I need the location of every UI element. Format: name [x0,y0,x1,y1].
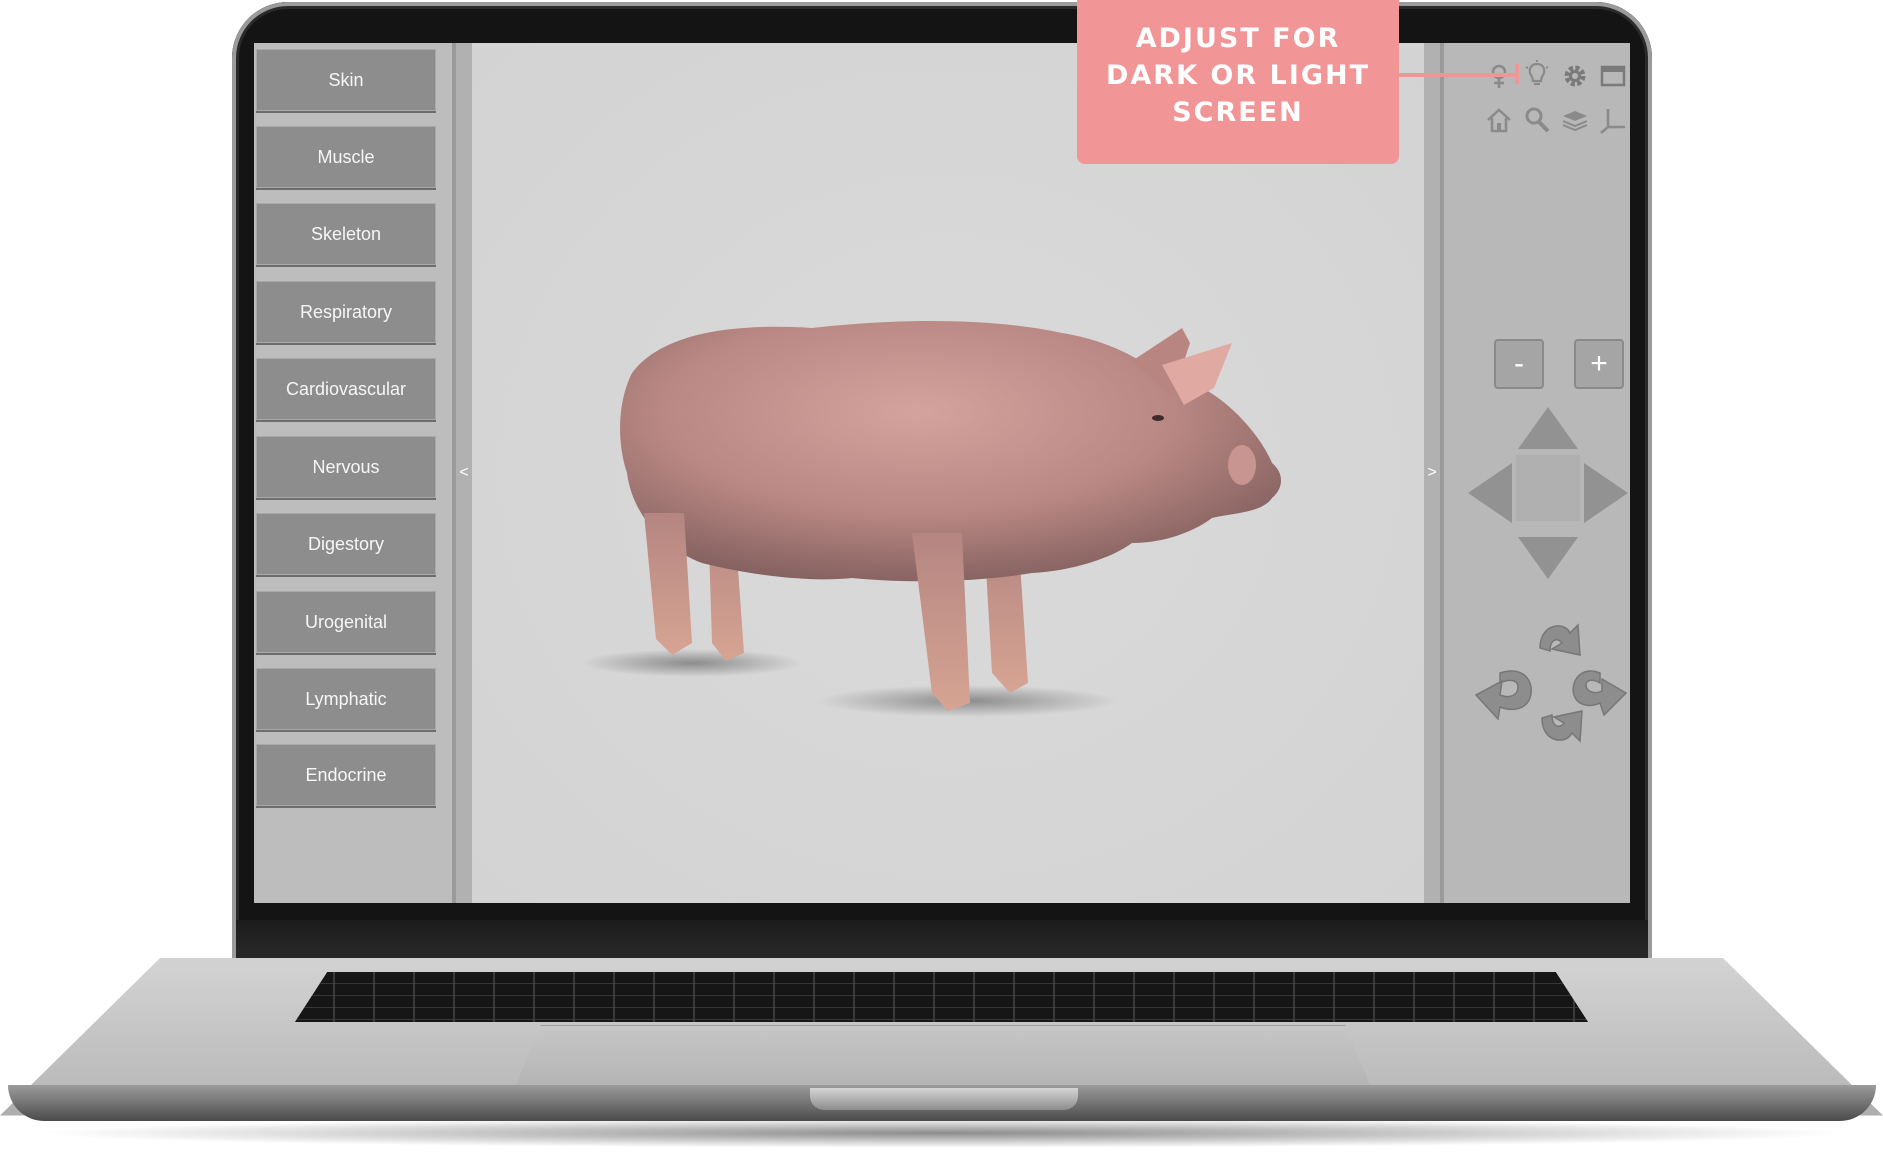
callout-annotation: ADJUST FOR DARK OR LIGHT SCREEN [1077,0,1399,164]
endocrine-button[interactable]: Endocrine [256,744,436,806]
collapse-left-panel-handle[interactable]: < [452,43,472,903]
rotate-up-icon[interactable] [1539,623,1581,656]
callout-pointer-line [1399,73,1517,77]
callout-pointer-tick [1515,64,1519,84]
callout-line-2: DARK OR LIGHT [1106,60,1370,91]
trackpad [515,1025,1371,1087]
pan-center [1516,455,1580,521]
laptop-hinge [236,920,1648,964]
body-systems-sidebar: Skin Muscle Skeleton Respiratory Cardiov… [254,43,454,903]
search-icon[interactable] [1522,105,1552,135]
pig-3d-model [582,321,1281,717]
gear-icon[interactable] [1560,61,1590,91]
3d-viewport[interactable] [472,43,1424,903]
home-icon[interactable] [1484,105,1514,135]
pan-controls [1468,407,1628,579]
rotate-left-icon[interactable] [1474,670,1532,721]
axes-icon[interactable] [1598,105,1628,135]
arrow-left-icon[interactable] [1468,463,1512,523]
rotate-right-icon[interactable] [1572,670,1628,717]
layers-icon[interactable] [1560,105,1590,135]
expand-right-panel-handle[interactable]: > [1424,43,1444,903]
skeleton-button[interactable]: Skeleton [256,203,436,265]
respiratory-button[interactable]: Respiratory [256,281,436,343]
pig-shadow-rear [582,649,802,677]
pig-snout [1228,445,1256,485]
zoom-out-button[interactable]: - [1494,339,1544,389]
lymphatic-button[interactable]: Lymphatic [256,668,436,730]
view-controls-panel: - + [1444,43,1630,903]
lid-notch [810,1088,1078,1110]
nervous-button[interactable]: Nervous [256,436,436,498]
arrow-up-icon[interactable] [1518,407,1578,449]
rotate-down-icon[interactable] [1541,710,1583,743]
cardiovascular-button[interactable]: Cardiovascular [256,358,436,420]
app-screen: Skin Muscle Skeleton Respiratory Cardiov… [254,43,1630,903]
callout-line-3: SCREEN [1172,97,1304,128]
muscle-button[interactable]: Muscle [256,126,436,188]
urogenital-button[interactable]: Urogenital [256,591,436,653]
pig-eye [1152,415,1164,421]
callout-line-1: ADJUST FOR [1135,23,1341,54]
rotate-controls [1474,623,1628,743]
lightbulb-icon[interactable] [1522,59,1552,89]
skin-button[interactable]: Skin [256,49,436,111]
keyboard-rows [295,972,1588,1022]
pig-rear-near-leg [644,513,692,655]
zoom-in-button[interactable]: + [1574,339,1624,389]
window-icon[interactable] [1598,61,1628,91]
arrow-down-icon[interactable] [1518,537,1578,579]
pig-front-near-leg [912,533,970,711]
laptop-shadow [30,1118,1853,1148]
digestory-button[interactable]: Digestory [256,513,436,575]
arrow-right-icon[interactable] [1584,463,1628,523]
